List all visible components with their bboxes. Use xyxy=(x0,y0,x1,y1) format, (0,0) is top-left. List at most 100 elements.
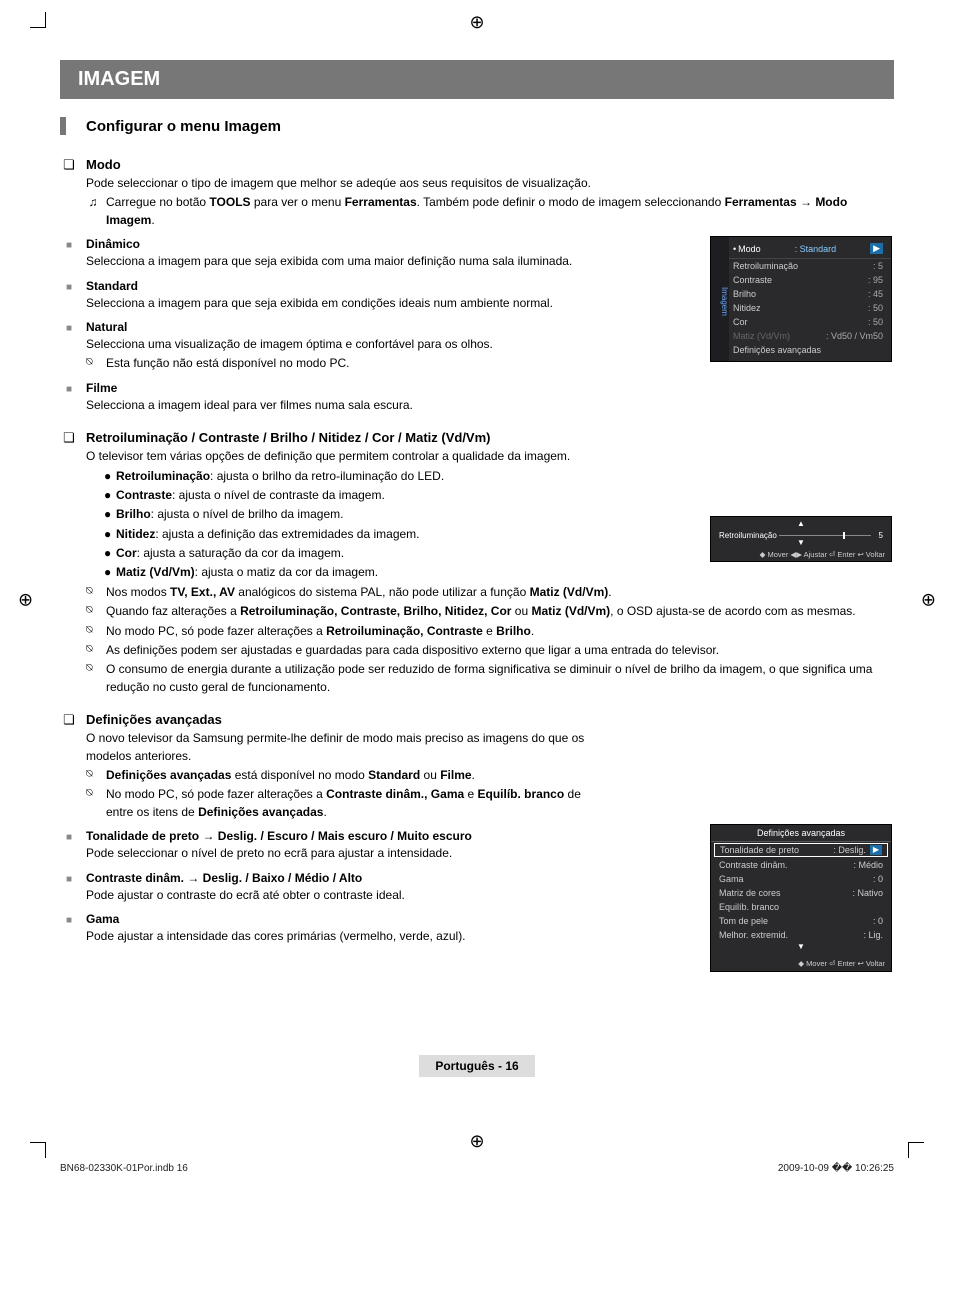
osd2-title: Definições avançadas xyxy=(711,825,891,842)
osd-row-value: Vd50 / Vm50 xyxy=(831,331,883,341)
note-icon: ⍉ xyxy=(86,584,100,600)
note-def-2: No modo PC, só pode fazer alterações a C… xyxy=(106,786,606,821)
osd-row-value: 95 xyxy=(873,275,883,285)
osd-advanced-menu: Definições avançadas Tonalidade de preto… xyxy=(710,824,892,972)
note-icon: ⍉ xyxy=(86,767,100,783)
gray-square-icon: ■ xyxy=(60,832,78,843)
osd-row-value: 45 xyxy=(873,289,883,299)
section-title: IMAGEM xyxy=(60,60,894,99)
osd-row-label: Contraste xyxy=(733,275,772,285)
osd-footer-hints: ◆ Mover ◀▶ Ajustar ⏎ Enter ↩ Voltar xyxy=(760,550,885,559)
text-natural-note: Esta função não está disponível no modo … xyxy=(106,355,350,372)
osd2-row-label: Tom de pele xyxy=(719,916,768,926)
gray-square-icon: ■ xyxy=(60,282,78,293)
bullet-retro-3: Nitidez: ajusta a definição das extremid… xyxy=(116,526,420,543)
tools-icon: ♫ xyxy=(86,194,100,211)
osd2-row-label: Matriz de cores xyxy=(719,888,781,898)
osd-slider-value: 5 xyxy=(879,531,883,540)
heading-natural: Natural xyxy=(86,320,127,334)
text-retro-intro: O televisor tem várias opções de definiç… xyxy=(86,448,894,465)
osd-row-label: Brilho xyxy=(733,289,756,299)
osd-mode-label: Modo xyxy=(738,244,761,254)
footer-left: BN68-02330K-01Por.indb 16 xyxy=(60,1163,188,1174)
gray-square-icon: ■ xyxy=(60,915,78,926)
osd-footer-hints: ◆ Mover ⏎ Enter ↩ Voltar xyxy=(711,951,891,971)
osd-sidebar-label: Imagem xyxy=(711,237,729,361)
dot-bullet-icon: ● xyxy=(104,468,116,485)
heading-filme: Filme xyxy=(86,381,117,395)
note-icon: ⍉ xyxy=(86,623,100,639)
osd-slider: ▲ Retroiluminação 5 ▼ ◆ Mover ◀▶ Ajustar… xyxy=(710,516,892,562)
note-retro-5: O consumo de energia durante a utilizaçã… xyxy=(106,661,894,696)
gray-square-icon: ■ xyxy=(60,323,78,334)
dot-bullet-icon: ● xyxy=(104,564,116,581)
note-icon: ⍉ xyxy=(86,355,100,371)
gray-square-icon: ■ xyxy=(60,384,78,395)
arrow-right-icon: ▶ xyxy=(870,845,882,855)
heading-modo: Modo xyxy=(86,157,121,172)
note-def-1: Definições avançadas está disponível no … xyxy=(106,767,475,784)
text-modo-tools: Carregue no botão TOOLS para ver o menu … xyxy=(106,194,894,229)
note-retro-1: Nos modos TV, Ext., AV analógicos do sis… xyxy=(106,584,612,601)
footer-right: 2009-10-09 �� 10:26:25 xyxy=(778,1163,894,1174)
osd-row-value: 5 xyxy=(878,261,883,271)
bullet-retro-1: Contraste: ajusta o nível de contraste d… xyxy=(116,487,385,504)
osd2-row-value: Médio xyxy=(858,860,883,870)
note-icon: ⍉ xyxy=(86,661,100,677)
text-def-intro: O novo televisor da Samsung permite-lhe … xyxy=(86,730,606,765)
osd-image-menu: Imagem • Modo : Standard ▶ Retroiluminaç… xyxy=(710,236,892,362)
osd2-row-label: Contraste dinâm. xyxy=(719,860,788,870)
bullet-retro-5: Matiz (Vd/Vm): ajusta o matiz da cor da … xyxy=(116,564,378,581)
osd2-row-label: Equilíb. branco xyxy=(719,902,779,912)
arrow-up-icon: ▲ xyxy=(797,519,805,528)
arrow-right-icon: ▶ xyxy=(870,243,883,254)
heading-contraste-dinam: Contraste dinâm. → Deslig. / Baixo / Méd… xyxy=(86,871,362,885)
osd-row-label: Cor xyxy=(733,317,748,327)
slider-thumb xyxy=(843,532,845,539)
osd-mode-value: Standard xyxy=(800,244,837,254)
gray-square-icon: ■ xyxy=(60,240,78,251)
osd2-row-label: Melhor. extremid. xyxy=(719,930,788,940)
registration-mark-icon: ⊕ xyxy=(921,590,936,611)
subtitle-marker-icon xyxy=(60,117,66,135)
heading-tonalidade: Tonalidade de preto → Deslig. / Escuro /… xyxy=(86,829,472,843)
gray-square-icon: ■ xyxy=(60,874,78,885)
osd-row-label: Retroiluminação xyxy=(733,261,798,271)
osd2-row-label: Gama xyxy=(719,874,744,884)
heading-retro: Retroiluminação / Contraste / Brilho / N… xyxy=(86,430,491,445)
text-modo-intro: Pode seleccionar o tipo de imagem que me… xyxy=(86,175,894,192)
osd-row-value: 50 xyxy=(873,303,883,313)
arrow-down-icon: ▼ xyxy=(797,538,805,547)
osd-row-label: Matiz (Vd/Vm) xyxy=(733,331,790,341)
crop-mark-icon xyxy=(908,1142,924,1158)
heading-standard: Standard xyxy=(86,279,138,293)
osd2-row-value: 0 xyxy=(878,916,883,926)
page-footer: Português - 16 xyxy=(60,1055,894,1077)
note-icon: ⍉ xyxy=(86,786,100,802)
slider-track xyxy=(779,535,871,536)
osd-row-value: 50 xyxy=(873,317,883,327)
heading-dinamico: Dinâmico xyxy=(86,237,140,251)
osd2-row-value: Nativo xyxy=(857,888,883,898)
arrow-down-icon: ▼ xyxy=(711,942,891,951)
print-footer: BN68-02330K-01Por.indb 16 2009-10-09 �� … xyxy=(60,1163,894,1174)
bullet-retro-2: Brilho: ajusta o nível de brilho da imag… xyxy=(116,506,343,523)
dot-bullet-icon: ● xyxy=(104,545,116,562)
osd2-row-label: Tonalidade de preto xyxy=(720,845,799,855)
osd-mode-bullet-icon: • xyxy=(733,244,736,254)
crop-mark-icon xyxy=(30,1142,46,1158)
dot-bullet-icon: ● xyxy=(104,487,116,504)
dot-bullet-icon: ● xyxy=(104,526,116,543)
square-bullet-icon: ❏ xyxy=(60,430,78,446)
subtitle: Configurar o menu Imagem xyxy=(86,118,281,135)
osd-row-label: Definições avançadas xyxy=(733,345,821,355)
osd-slider-label: Retroiluminação xyxy=(719,531,777,540)
crop-mark-icon xyxy=(30,12,46,28)
note-retro-3: No modo PC, só pode fazer alterações a R… xyxy=(106,623,534,640)
text-filme: Selecciona a imagem ideal para ver filme… xyxy=(86,397,894,414)
square-bullet-icon: ❏ xyxy=(60,157,78,173)
osd2-row-value: 0 xyxy=(878,874,883,884)
registration-mark-icon: ⊕ xyxy=(469,1131,484,1152)
heading-def: Definições avançadas xyxy=(86,712,222,727)
square-bullet-icon: ❏ xyxy=(60,712,78,728)
